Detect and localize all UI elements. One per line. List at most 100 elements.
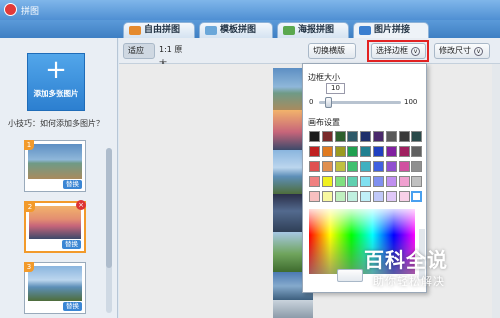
color-swatch[interactable] xyxy=(385,176,397,187)
thumbnail-index: 1 xyxy=(24,140,34,150)
fit-label: 适应 xyxy=(128,46,144,55)
color-swatch[interactable] xyxy=(309,161,320,172)
color-swatch[interactable] xyxy=(309,191,320,202)
change-size-button[interactable]: 修改尺寸 v xyxy=(434,43,490,59)
watermark-subtitle: 助你轻松解决 xyxy=(373,275,445,288)
plus-icon: + xyxy=(45,55,67,85)
tab-image-splice[interactable]: 图片拼接 xyxy=(353,22,429,38)
chevron-down-icon: v xyxy=(474,47,483,56)
color-swatch[interactable] xyxy=(347,161,359,172)
color-swatch[interactable] xyxy=(411,191,423,202)
color-swatch[interactable] xyxy=(360,146,372,157)
thumbnail-index: 3 xyxy=(24,262,34,272)
thumbnail-index: 2 xyxy=(25,202,35,212)
color-swatch[interactable] xyxy=(309,131,320,142)
canvas-settings-title: 画布设置 xyxy=(308,118,340,127)
color-swatch[interactable] xyxy=(321,191,333,202)
color-swatch[interactable] xyxy=(334,176,346,187)
color-swatch[interactable] xyxy=(398,146,410,157)
add-images-label: 添加多张图片 xyxy=(33,89,79,98)
color-swatch[interactable] xyxy=(398,161,410,172)
color-swatch[interactable] xyxy=(398,191,410,202)
tab-label: 自由拼图 xyxy=(144,25,181,35)
color-swatch[interactable] xyxy=(411,176,423,187)
color-swatch[interactable] xyxy=(373,161,384,172)
color-swatch[interactable] xyxy=(373,146,384,157)
color-swatch[interactable] xyxy=(334,161,346,172)
add-images-button[interactable]: + 添加多张图片 xyxy=(27,53,85,111)
thumbnail-item[interactable]: 2 × 替换 xyxy=(24,200,86,253)
spectrum-overlay xyxy=(309,209,415,235)
color-swatch[interactable] xyxy=(360,161,372,172)
border-size-input[interactable]: 10 xyxy=(326,83,345,94)
original-size-button[interactable]: 1:1 原大 xyxy=(157,43,189,68)
color-swatch[interactable] xyxy=(373,176,384,187)
color-swatch[interactable] xyxy=(347,146,359,157)
tab-free-collage[interactable]: 自由拼图 xyxy=(123,22,195,38)
color-swatch[interactable] xyxy=(360,176,372,187)
remove-image-icon[interactable]: × xyxy=(76,200,86,210)
tab-label: 图片拼接 xyxy=(374,25,411,35)
color-swatch[interactable] xyxy=(385,146,397,157)
tab-poster-collage[interactable]: 海报拼图 xyxy=(277,22,349,38)
color-swatch[interactable] xyxy=(334,146,346,157)
color-swatch[interactable] xyxy=(398,176,410,187)
collage-image[interactable] xyxy=(273,300,313,318)
color-swatch[interactable] xyxy=(411,161,423,172)
color-swatch[interactable] xyxy=(385,131,397,142)
color-swatch[interactable] xyxy=(321,176,333,187)
thumbnail-scrollbar[interactable] xyxy=(106,148,112,313)
replace-button[interactable]: 替换 xyxy=(63,302,82,311)
watermark: 百科全说 助你轻松解决 xyxy=(350,242,500,318)
slider-max-label: 100 xyxy=(404,98,418,106)
tip-link[interactable]: 小技巧：如何添加多图片？ xyxy=(8,118,104,129)
free-collage-icon xyxy=(129,26,141,35)
color-swatch[interactable] xyxy=(373,191,384,202)
color-swatch[interactable] xyxy=(385,191,397,202)
color-swatch[interactable] xyxy=(334,131,346,142)
tab-template-collage[interactable]: 模板拼图 xyxy=(199,22,273,38)
color-swatch[interactable] xyxy=(385,161,397,172)
template-collage-icon xyxy=(205,26,217,35)
left-panel: + 添加多张图片 小技巧：如何添加多图片？ 1 替换 2 × 替换 3 替换 xyxy=(0,38,118,318)
switch-layout-label: 切换横版 xyxy=(313,46,345,55)
slider-handle[interactable] xyxy=(325,97,332,108)
color-swatch[interactable] xyxy=(347,176,359,187)
slider-min-label: 0 xyxy=(309,98,314,106)
thumbnail-image xyxy=(29,206,81,239)
color-swatch[interactable] xyxy=(347,131,359,142)
color-swatch[interactable] xyxy=(334,191,346,202)
window-title: 拼图 xyxy=(21,7,40,17)
color-swatch[interactable] xyxy=(411,146,423,157)
border-size-title: 边框大小 xyxy=(308,73,340,82)
color-swatch[interactable] xyxy=(411,131,423,142)
highlight-box xyxy=(367,40,429,62)
color-swatch[interactable] xyxy=(321,131,333,142)
app-logo-icon xyxy=(4,3,17,16)
replace-button[interactable]: 替换 xyxy=(62,240,81,249)
thumbnail-item[interactable]: 3 替换 xyxy=(24,262,86,314)
color-swatch[interactable] xyxy=(360,191,372,202)
scrollbar-thumb[interactable] xyxy=(106,148,112,268)
tab-label: 模板拼图 xyxy=(220,25,257,35)
image-splice-icon xyxy=(359,26,371,35)
thumbnail-item[interactable]: 1 替换 xyxy=(24,140,86,192)
change-size-label: 修改尺寸 xyxy=(439,46,471,55)
watermark-title: 百科全说 xyxy=(364,248,448,272)
color-swatch[interactable] xyxy=(398,131,410,142)
fit-button[interactable]: 适应 xyxy=(123,43,155,59)
color-swatch[interactable] xyxy=(309,146,320,157)
thumbnail-image xyxy=(28,266,82,301)
color-swatch[interactable] xyxy=(373,131,384,142)
thumbnail-list: 1 替换 2 × 替换 3 替换 xyxy=(24,140,88,318)
switch-layout-button[interactable]: 切换横版 xyxy=(308,43,356,59)
color-swatch[interactable] xyxy=(360,131,372,142)
color-swatch[interactable] xyxy=(321,161,333,172)
tab-label: 海报拼图 xyxy=(298,25,335,35)
color-swatch[interactable] xyxy=(321,146,333,157)
replace-button[interactable]: 替换 xyxy=(63,180,82,189)
color-swatch[interactable] xyxy=(309,176,320,187)
thumbnail-image xyxy=(28,144,82,179)
color-swatch[interactable] xyxy=(347,191,359,202)
toolbar: 适应 1:1 原大 切换横版 选择边框v 修改尺寸v xyxy=(119,38,500,68)
